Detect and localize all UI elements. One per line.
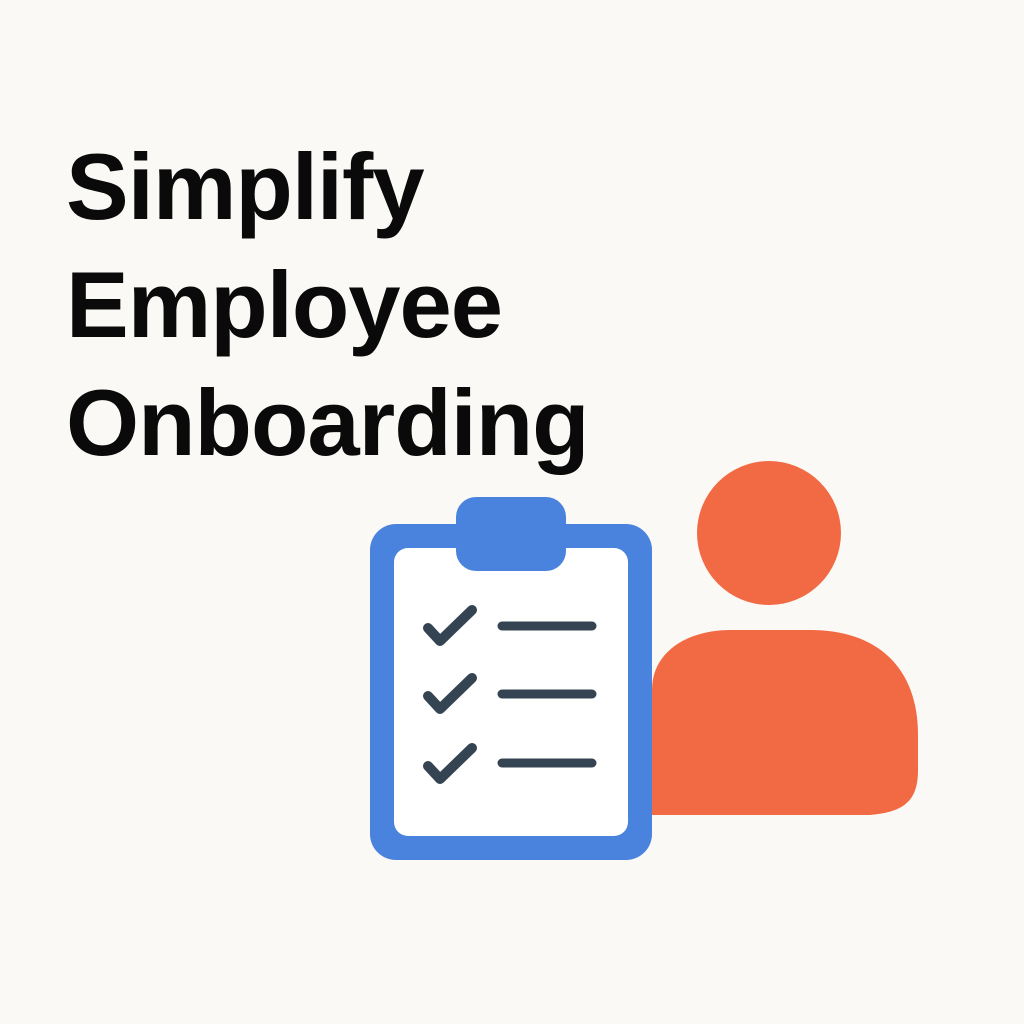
clipboard-checklist-icon (370, 497, 652, 860)
clipboard-clip (456, 497, 566, 571)
person-head (697, 461, 841, 605)
person-icon (652, 461, 918, 815)
onboarding-illustration (370, 461, 918, 860)
person-body (652, 630, 918, 815)
